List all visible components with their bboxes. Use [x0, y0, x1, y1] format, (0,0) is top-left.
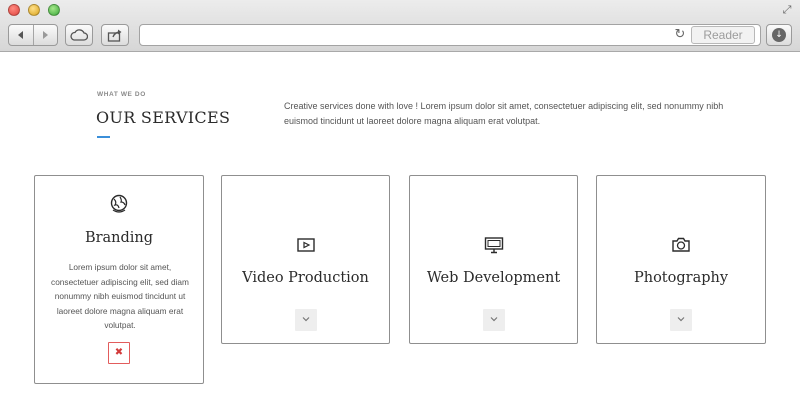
service-card-video-production[interactable]: Video Production — [221, 175, 390, 344]
expand-button[interactable] — [294, 309, 317, 331]
section-intro: Creative services done with love ! Lorem… — [284, 101, 724, 126]
service-title: Video Production — [242, 270, 369, 286]
download-icon: ↓ — [772, 28, 786, 42]
chevron-down-icon — [490, 317, 497, 322]
service-title: Photography — [633, 270, 729, 286]
monitor-icon — [484, 237, 503, 254]
minimize-window-button[interactable] — [28, 4, 40, 16]
service-title: Branding — [84, 230, 154, 246]
title-underline — [97, 136, 110, 138]
service-card-web-development[interactable]: Web Development — [409, 175, 578, 344]
chevron-down-icon — [302, 317, 309, 322]
reload-icon[interactable]: ↻ — [672, 26, 688, 44]
share-icon — [107, 29, 122, 42]
service-description: Lorem ipsum dolor sit amet, consectetuer… — [51, 262, 189, 330]
back-arrow-icon — [17, 31, 23, 39]
service-card-branding: Branding Lorem ipsum dolor sit amet, con… — [34, 175, 204, 384]
camera-icon — [672, 237, 690, 252]
cloud-icon — [70, 29, 88, 41]
globe-icon — [110, 194, 128, 213]
zoom-window-button[interactable] — [48, 4, 60, 16]
expand-button[interactable] — [482, 309, 505, 331]
forward-button[interactable] — [34, 25, 58, 45]
reader-button[interactable]: Reader — [691, 26, 755, 44]
fullscreen-icon[interactable]: ⤢ — [780, 3, 794, 17]
share-button[interactable] — [101, 24, 129, 46]
downloads-button[interactable]: ↓ — [766, 24, 792, 46]
video-play-icon — [296, 238, 315, 252]
back-forward-group — [8, 24, 58, 46]
service-card-photography[interactable]: Photography — [596, 175, 766, 344]
collapse-button[interactable]: ✖ — [108, 342, 130, 364]
forward-arrow-icon — [43, 31, 49, 39]
chevron-down-icon — [677, 317, 685, 322]
icloud-tabs-button[interactable] — [65, 24, 93, 46]
close-window-button[interactable] — [8, 4, 20, 16]
section-eyebrow: WHAT WE DO — [97, 91, 146, 98]
section-title: OUR SERVICES — [96, 108, 231, 127]
service-title: Web Development — [426, 270, 561, 286]
address-bar[interactable] — [139, 24, 761, 46]
expand-button[interactable] — [670, 309, 692, 331]
back-button[interactable] — [9, 25, 33, 45]
browser-toolbar: ⤢ ↻ Reader ↓ — [0, 0, 800, 52]
